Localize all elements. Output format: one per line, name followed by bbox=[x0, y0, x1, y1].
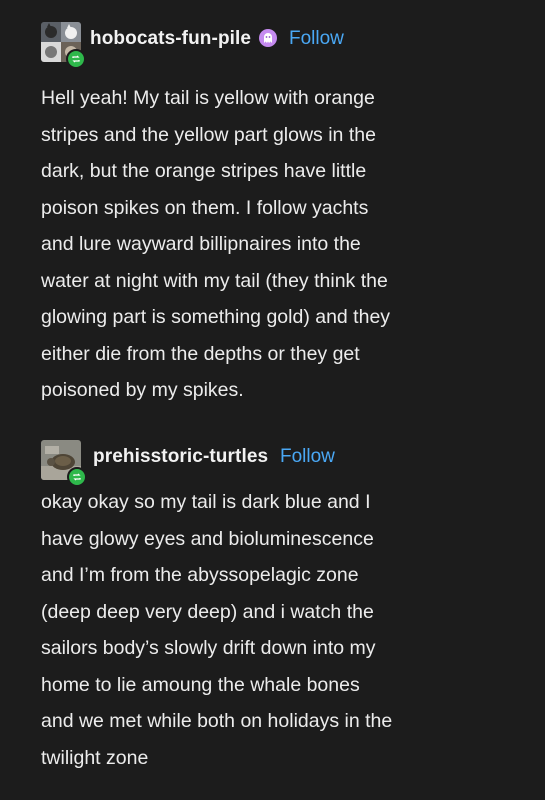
username[interactable]: hobocats-fun-pile bbox=[90, 28, 251, 50]
post-body: okay okay so my tail is dark blue and I … bbox=[41, 491, 393, 769]
post-1: hobocats-fun-pile Follow Hell yeah! My t… bbox=[0, 0, 545, 401]
ghost-icon bbox=[259, 29, 277, 47]
follow-button[interactable]: Follow bbox=[289, 28, 344, 50]
reblog-icon bbox=[66, 49, 86, 69]
post-2: prehisstoric-turtles Follow okay okay so… bbox=[0, 418, 545, 769]
follow-button[interactable]: Follow bbox=[280, 446, 335, 468]
post-header: prehisstoric-turtles Follow bbox=[0, 418, 545, 487]
post-header: hobocats-fun-pile Follow bbox=[0, 0, 545, 69]
post-body: Hell yeah! My tail is yellow with orange… bbox=[41, 87, 391, 401]
username[interactable]: prehisstoric-turtles bbox=[93, 446, 268, 468]
